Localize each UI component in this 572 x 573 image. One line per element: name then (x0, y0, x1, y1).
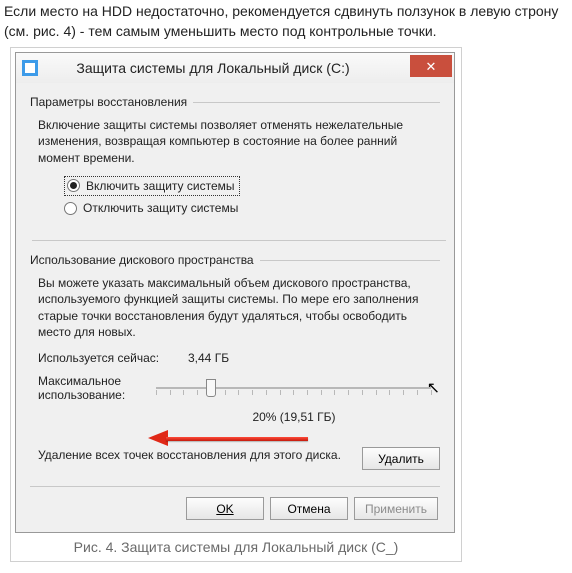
disk-usage-desc: Вы можете указать максимальный объем дис… (38, 275, 440, 340)
close-button[interactable]: ✕ (410, 55, 452, 77)
radio-enable-label: Включить защиту системы (86, 178, 235, 194)
delete-restore-points-text: Удаление всех точек восстановления для э… (38, 447, 350, 463)
radio-disable-protection[interactable]: Отключить защиту системы (64, 200, 440, 216)
disk-usage-header: Использование дискового пространства (30, 253, 440, 267)
figure-container: Защита системы для Локальный диск (C:) ✕… (10, 47, 462, 562)
dialog-titlebar: Защита системы для Локальный диск (C:) ✕ (16, 53, 454, 83)
figure-caption: Рис. 4. Защита системы для Локальный дис… (15, 533, 457, 557)
current-usage-value: 3,44 ГБ (188, 350, 229, 366)
close-icon: ✕ (426, 60, 437, 73)
ok-button[interactable]: OK (186, 497, 264, 520)
page-intro-text: Если место на HDD недостаточно, рекоменд… (0, 0, 572, 47)
group-separator (32, 240, 446, 241)
system-protection-dialog: Защита системы для Локальный диск (C:) ✕… (15, 52, 455, 533)
radio-disable-label: Отключить защиту системы (83, 200, 238, 216)
annotation-arrow (148, 431, 308, 445)
radio-icon (64, 202, 77, 215)
app-icon (22, 60, 38, 76)
delete-button[interactable]: Удалить (362, 447, 440, 470)
slider-thumb[interactable] (206, 379, 216, 397)
max-usage-slider[interactable] (156, 379, 431, 397)
dialog-title: Защита системы для Локальный диск (C:) (46, 60, 410, 76)
slider-value-text: 20% (19,51 ГБ) (148, 409, 440, 425)
cancel-button[interactable]: Отмена (270, 497, 348, 520)
max-usage-label: Максимальное использование: (38, 374, 150, 403)
restore-params-desc: Включение защиты системы позволяет отмен… (38, 117, 440, 166)
radio-enable-protection[interactable]: Включить защиту системы (64, 176, 440, 196)
current-usage-label: Используется сейчас: (38, 350, 188, 366)
radio-icon (67, 179, 80, 192)
restore-params-header: Параметры восстановления (30, 95, 440, 109)
apply-button[interactable]: Применить (354, 497, 438, 520)
footer-separator (30, 486, 440, 487)
